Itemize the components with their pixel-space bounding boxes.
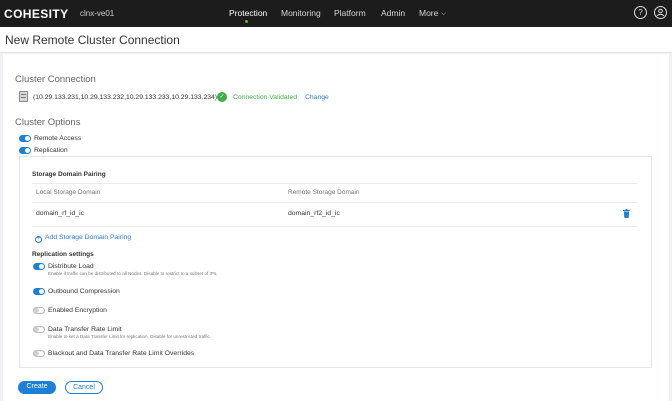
outbound-compression-label: Outbound Compression xyxy=(48,288,120,295)
local-storage-domain: domain_rf_id_ic xyxy=(36,210,84,217)
thumbs-up-icon: ✓ xyxy=(217,92,227,102)
column-header-remote: Remote Storage Domain xyxy=(288,189,360,196)
cluster-options-heading: Cluster Options xyxy=(15,117,81,128)
cluster-name: clnx-ve01 xyxy=(80,9,115,18)
user-account-icon[interactable] xyxy=(654,6,667,19)
help-icon[interactable]: ? xyxy=(634,6,647,19)
create-button[interactable]: Create xyxy=(18,381,56,394)
nav-protection[interactable]: Protection xyxy=(229,8,267,18)
table-divider xyxy=(32,202,637,203)
nav-more-label: More xyxy=(419,8,439,18)
distribute-load-toggle[interactable] xyxy=(33,263,45,270)
top-navigation-bar: COHESITY clnx-ve01 Protection Monitoring… xyxy=(0,0,672,27)
remote-storage-domain: domain_rf2_id_ic xyxy=(288,210,340,217)
replication-toggle[interactable] xyxy=(19,147,31,154)
page-header: New Remote Cluster Connection xyxy=(0,27,672,53)
nav-platform[interactable]: Platform xyxy=(334,8,366,18)
blackout-overrides-toggle[interactable] xyxy=(33,350,45,357)
add-circle-icon: + xyxy=(35,236,42,243)
distribute-load-label: Distribute Load xyxy=(48,263,94,270)
cancel-button[interactable]: Cancel xyxy=(65,381,103,394)
trash-icon[interactable] xyxy=(623,209,630,218)
storage-domain-pairing-heading: Storage Domain Pairing xyxy=(32,171,106,178)
cluster-ip-list: (10.29.133.231,10.29.133.232,10.29.133.2… xyxy=(33,94,218,101)
table-divider xyxy=(32,226,637,227)
nav-monitoring[interactable]: Monitoring xyxy=(281,8,321,18)
replication-label: Replication xyxy=(34,147,68,154)
connection-status: Connection Validated xyxy=(233,94,298,101)
remote-access-label: Remote Access xyxy=(34,135,82,142)
add-pairing-label: Add Storage Domain Pairing xyxy=(45,234,132,241)
server-icon xyxy=(19,91,28,102)
table-divider xyxy=(32,183,637,184)
column-header-local: Local Storage Domain xyxy=(36,189,101,196)
outbound-compression-toggle[interactable] xyxy=(33,288,45,295)
chevron-down-icon: ⌵ xyxy=(441,11,446,17)
add-storage-domain-pairing-link[interactable]: + Add Storage Domain Pairing xyxy=(35,234,131,243)
replication-settings-heading: Replication settings xyxy=(32,251,94,258)
page-title: New Remote Cluster Connection xyxy=(5,33,180,47)
data-transfer-rate-limit-toggle[interactable] xyxy=(33,326,45,333)
active-nav-indicator xyxy=(245,20,248,23)
data-transfer-rate-limit-label: Data Transfer Rate Limit xyxy=(48,326,122,333)
remote-access-toggle[interactable] xyxy=(19,135,31,142)
enabled-encryption-toggle[interactable] xyxy=(33,307,45,314)
change-link[interactable]: Change xyxy=(305,94,329,101)
enabled-encryption-label: Enabled Encryption xyxy=(48,307,107,314)
distribute-load-help: Enable if traffic can be distributed to … xyxy=(48,271,218,276)
cluster-connection-heading: Cluster Connection xyxy=(15,74,96,85)
nav-admin[interactable]: Admin xyxy=(381,8,405,18)
nav-more[interactable]: More ⌵ xyxy=(419,8,446,18)
cohesity-logo[interactable]: COHESITY xyxy=(4,7,69,21)
data-transfer-rate-limit-help: Enable to set a Data Transfer Limit for … xyxy=(48,334,212,339)
blackout-overrides-label: Blackout and Data Transfer Rate Limit Ov… xyxy=(48,350,195,357)
